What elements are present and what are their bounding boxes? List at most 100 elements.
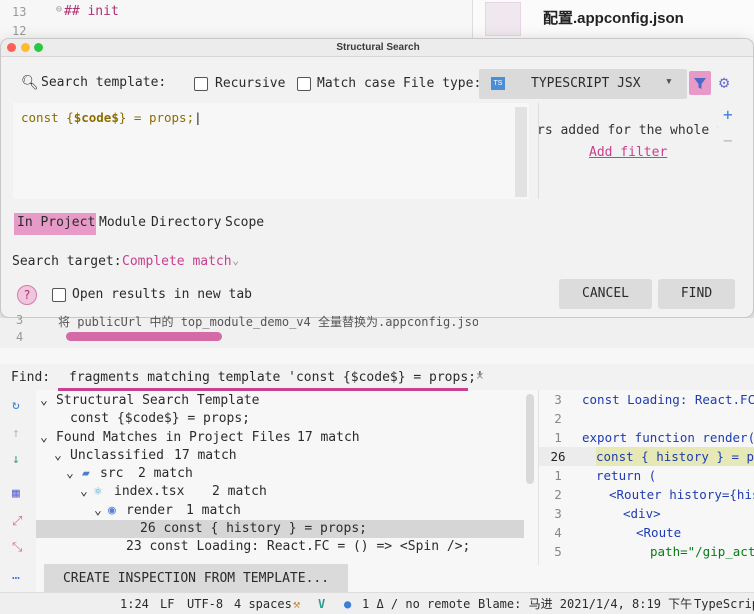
match-count: 17 match <box>174 448 237 463</box>
preview-line: 2 <box>554 411 562 426</box>
vue-icon[interactable]: V <box>318 593 325 614</box>
recursive-label[interactable]: Recursive <box>215 76 285 91</box>
horizontal-scrollbar[interactable] <box>66 332 222 341</box>
search-template-label: Search template: <box>41 75 167 90</box>
template-editor[interactable]: const {$code$} = props;| <box>13 103 529 199</box>
filter-info-text: rs added for the whole t <box>538 123 718 138</box>
chevron-down-icon[interactable]: ⌄ <box>232 253 239 267</box>
match-row-selected[interactable]: 26 const { history } = props; <box>36 520 524 538</box>
cursor-position[interactable]: 1:24 <box>120 593 149 614</box>
preview-line: 5 path="/gip_acti <box>554 544 754 559</box>
cancel-button[interactable]: CANCEL <box>559 279 652 309</box>
scope-directory[interactable]: Directory <box>151 215 221 230</box>
fold-icon[interactable]: ⊖ <box>56 4 62 15</box>
preview-heading: 配置.appconfig.json <box>543 10 684 27</box>
find-tool-window: Find: fragments matching template 'const… <box>0 364 754 594</box>
match-case-checkbox[interactable] <box>297 77 311 91</box>
node-text: const {$code$} = props; <box>70 411 251 426</box>
line-number: 12 <box>12 24 27 38</box>
thumbnail-image <box>485 2 521 36</box>
indent-setting[interactable]: 4 spaces <box>234 593 292 614</box>
rerun-icon[interactable]: ↻ <box>12 398 20 413</box>
dialog-title: Structural Search <box>336 42 420 53</box>
open-new-tab-label[interactable]: Open results in new tab <box>72 287 252 302</box>
chevron-down-icon: ⌄ <box>80 484 88 499</box>
template-suffix: } = props; <box>118 110 195 125</box>
file-type-value: TYPESCRIPT JSX <box>531 76 641 91</box>
tools-icon[interactable]: ⚒ <box>293 593 300 614</box>
line-number: 3 <box>16 313 24 327</box>
node-text: render <box>126 503 173 518</box>
preview-line: 1 export function render(pr <box>554 430 754 445</box>
group-by-icon[interactable]: ▦ <box>12 486 20 501</box>
filter-toggle-button[interactable] <box>689 71 711 95</box>
expand-all-icon[interactable]: ⤢ <box>12 514 22 529</box>
create-inspection-button[interactable]: CREATE INSPECTION FROM TEMPLATE... <box>44 564 348 594</box>
preview-line: 3 <div> <box>554 506 661 521</box>
structural-search-dialog: Structural Search 🔍︎ Search template: Re… <box>0 38 754 318</box>
match-count: 2 match <box>212 484 267 499</box>
add-filter-link[interactable]: Add filter <box>589 145 667 160</box>
status-bar: 1:24 LF UTF-8 4 spaces ⚒ V ● 1 Δ / no re… <box>0 592 754 614</box>
more-icon[interactable]: … <box>12 568 20 583</box>
template-code-line: const {$code$} = props;| <box>21 110 202 125</box>
match-count: 2 match <box>138 466 193 481</box>
node-text: 23 const Loading: React.FC = () => <Spin… <box>126 539 471 554</box>
template-variable: $code$ <box>73 110 119 125</box>
folder-icon: ▰ <box>82 466 90 481</box>
function-icon: ◉ <box>108 503 116 518</box>
node-text: 26 const { history } = props; <box>140 521 367 536</box>
arrow-down-icon[interactable]: ↓ <box>12 452 20 467</box>
chevron-down-icon: ⌄ <box>94 503 102 518</box>
vcs-icon: ● <box>344 597 352 611</box>
file-type-label: File type: <box>403 76 482 91</box>
chevron-down-icon: ⌄ <box>40 430 48 445</box>
find-button[interactable]: FIND <box>658 279 735 309</box>
line-separator[interactable]: LF <box>160 593 174 614</box>
preview-line: 1 return ( <box>554 468 657 483</box>
help-icon[interactable]: ? <box>17 285 37 305</box>
scope-in-project[interactable]: In Project <box>17 215 95 230</box>
match-case-label[interactable]: Match case <box>317 76 395 91</box>
scope-custom[interactable]: Scope <box>225 215 264 230</box>
close-icon[interactable]: × <box>476 369 484 384</box>
chevron-down-icon: ⌄ <box>54 448 62 463</box>
file-type-select[interactable]: TS TYPESCRIPT JSX ▾ <box>479 69 687 99</box>
line-number: 13 <box>12 5 27 19</box>
blame-info[interactable]: Blame: 马进 2021/1/4, 8:19 下午 <box>478 593 692 614</box>
preview-line-current: 26const { history } = prop <box>539 447 754 466</box>
chevron-down-icon: ▾ <box>665 74 673 89</box>
find-side-toolbar: ↻ ↑ ↓ ▦ ⤢ ⤡ … <box>0 390 36 592</box>
markdown-preview: 配置.appconfig.json <box>472 0 754 40</box>
vcs-status[interactable]: 1 Δ / no remote <box>362 593 470 614</box>
background-editor: 13 12 ⊖ ## init 配置.appconfig.json <box>0 0 754 40</box>
node-text: src <box>100 466 124 481</box>
gear-icon[interactable]: ⚙ <box>719 73 729 93</box>
chevron-down-icon: ⌄ <box>40 393 48 408</box>
arrow-up-icon[interactable]: ↑ <box>12 426 20 441</box>
filter-pane: rs added for the whole t Add filter <box>538 103 718 199</box>
find-tab[interactable]: fragments matching template 'const {$cod… <box>69 370 484 385</box>
editor-scrollbar[interactable] <box>515 107 527 197</box>
chevron-down-icon: ⌄ <box>66 466 74 481</box>
find-label: Find: <box>11 370 51 385</box>
plus-icon[interactable]: + <box>723 105 733 124</box>
recursive-checkbox[interactable] <box>194 77 208 91</box>
preview-line: 2 <Router history={hist <box>554 487 754 502</box>
scope-module[interactable]: Module <box>99 215 146 230</box>
file-encoding[interactable]: UTF-8 <box>187 593 223 614</box>
collapse-all-icon[interactable]: ⤡ <box>12 540 22 555</box>
title-bar: Structural Search <box>1 39 753 57</box>
typescript-file-icon: TS <box>491 77 505 90</box>
match-count: 1 match <box>186 503 241 518</box>
node-text: Structural Search Template <box>56 393 260 408</box>
minus-icon[interactable]: − <box>723 131 733 150</box>
search-target-value[interactable]: Complete match <box>122 254 232 269</box>
open-new-tab-checkbox[interactable] <box>52 288 66 302</box>
node-text: index.tsx <box>114 484 185 499</box>
language-mode[interactable]: TypeScript <box>694 593 754 614</box>
code-line: ## init <box>64 4 119 19</box>
background-editor-strip: 3 4 将 publicUrl 中的 top_module_demo_v4 全量… <box>0 313 754 348</box>
node-text: Unclassified <box>70 448 164 463</box>
tree-scrollbar[interactable] <box>526 394 534 484</box>
